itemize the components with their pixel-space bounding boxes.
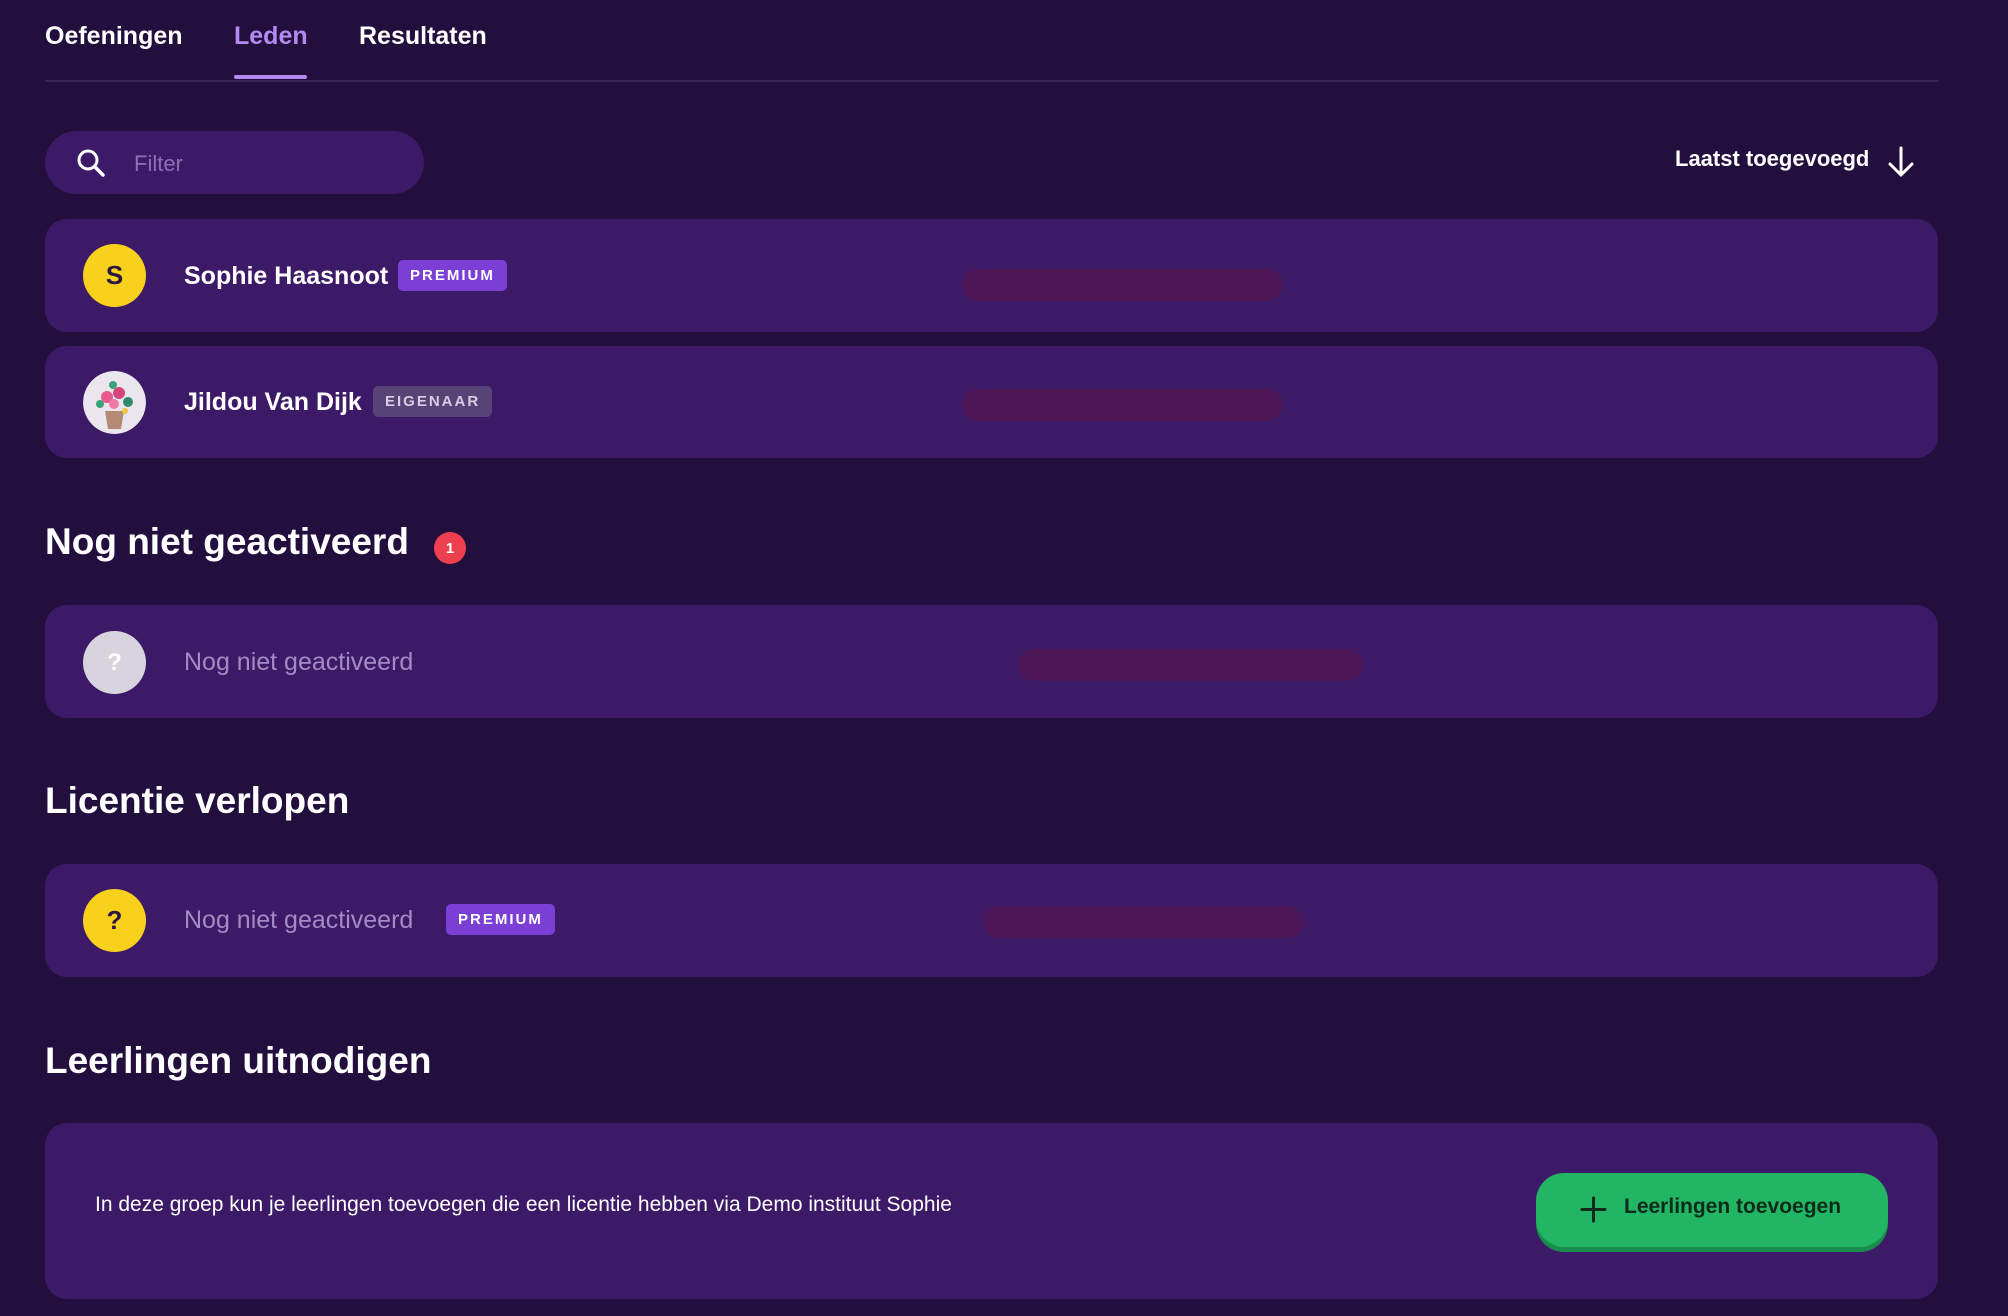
arrow-down-icon[interactable] <box>1886 145 1916 179</box>
active-tab-indicator <box>234 75 307 79</box>
tab-oefeningen[interactable]: Oefeningen <box>45 22 183 51</box>
tab-resultaten[interactable]: Resultaten <box>359 22 487 51</box>
count-badge: 1 <box>434 532 466 564</box>
add-students-label: Leerlingen toevoegen <box>1624 1195 1842 1218</box>
section-title-invite: Leerlingen uitnodigen <box>45 1040 432 1081</box>
redacted-info <box>962 269 1283 301</box>
section-title-expired: Licentie verlopen <box>45 780 350 821</box>
filter-input[interactable] <box>132 145 396 183</box>
tab-bar: Oefeningen Leden Resultaten <box>45 0 1938 82</box>
add-students-button[interactable]: Leerlingen toevoegen <box>1536 1173 1888 1247</box>
unknown-avatar: ? <box>83 631 146 694</box>
redacted-info <box>1018 649 1363 681</box>
member-row[interactable]: ? Nog niet geactiveerd <box>45 605 1938 718</box>
premium-badge: PREMIUM <box>398 260 507 291</box>
avatar: S <box>83 244 146 307</box>
member-name: Jildou Van Dijk <box>184 388 362 416</box>
member-row[interactable]: S Sophie Haasnoot PREMIUM <box>45 219 1938 332</box>
redacted-info <box>962 389 1283 421</box>
member-name: Nog niet geactiveerd <box>184 648 414 676</box>
redacted-info <box>983 906 1304 938</box>
sort-label[interactable]: Laatst toegevoegd <box>1675 146 1869 172</box>
member-name: Sophie Haasnoot <box>184 262 389 290</box>
tab-leden[interactable]: Leden <box>234 22 308 51</box>
flower-vase-photo-icon <box>83 371 146 434</box>
member-name: Nog niet geactiveerd <box>184 906 414 934</box>
invite-panel: In deze groep kun je leerlingen toevoege… <box>45 1123 1938 1299</box>
plus-icon <box>1580 1196 1607 1223</box>
member-row[interactable]: ? Nog niet geactiveerd PREMIUM <box>45 864 1938 977</box>
unknown-avatar: ? <box>83 889 146 952</box>
filter-search[interactable] <box>45 131 424 194</box>
owner-badge: EIGENAAR <box>373 386 493 417</box>
premium-badge: PREMIUM <box>446 904 555 935</box>
member-row[interactable]: Jildou Van Dijk EIGENAAR <box>45 346 1938 458</box>
search-icon <box>77 149 105 177</box>
section-title-not-activated: Nog niet geactiveerd <box>45 521 409 562</box>
invite-description: In deze groep kun je leerlingen toevoege… <box>95 1193 952 1216</box>
